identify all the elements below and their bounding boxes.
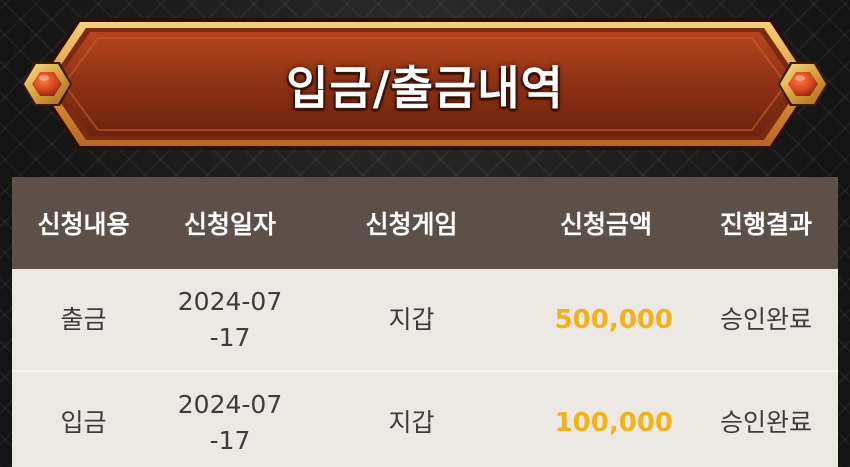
table-row: 출금 2024-07-17 지갑 500,000 승인완료 [12,269,838,372]
column-header-request-date: 신청일자 [183,210,276,239]
row-game: 지갑 [388,407,435,437]
row-result: 승인완료 [719,304,812,334]
row-type: 출금 [60,304,107,334]
column-header-request-amount: 신청금액 [559,210,652,239]
row-date: 2024-07-17 [177,389,283,455]
row-game: 지갑 [388,304,435,334]
table-row: 입금 2024-07-17 지갑 100,000 승인완료 [12,372,838,467]
row-type: 입금 [60,407,107,437]
page-title: 입금/출금내역 [286,61,564,115]
column-header-result: 진행결과 [719,210,812,239]
row-date: 2024-07-17 [177,286,283,352]
table-header: 신청내용 신청일자 신청게임 신청금액 진행결과 [12,177,838,269]
row-amount: 500,000 [554,304,673,335]
row-amount: 100,000 [554,407,673,438]
column-header-request-type: 신청내용 [37,210,130,239]
history-table: 신청내용 신청일자 신청게임 신청금액 진행결과 출금 2024-07-17 지… [12,177,838,467]
title-banner: 입금/출금내역 [0,0,850,170]
column-header-request-game: 신청게임 [365,210,458,239]
row-result: 승인완료 [719,407,812,437]
